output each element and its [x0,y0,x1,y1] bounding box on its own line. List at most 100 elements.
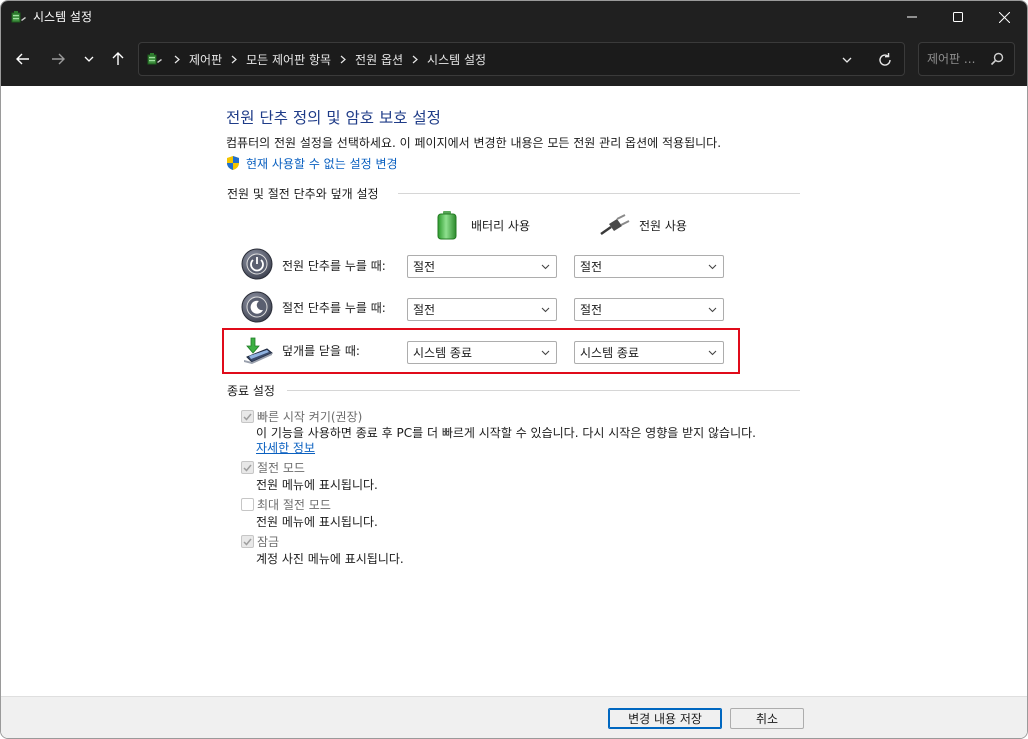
power-button-plugged-value: 절전 [580,260,603,274]
sleep-option-description: 전원 메뉴에 표시됩니다. [256,478,378,492]
forward-button[interactable] [44,46,72,72]
breadcrumb: 제어판 모든 제어판 항목 전원 옵션 시스템 설정 [169,43,490,75]
arrow-right-icon [52,53,65,65]
fast-startup-description: 이 기능을 사용하면 종료 후 PC를 더 빠르게 시작할 수 있습니다. 다시… [256,426,756,440]
chevron-down-icon [842,57,852,63]
group-divider [287,390,800,391]
up-button[interactable] [104,46,132,72]
address-history-dropdown[interactable] [839,52,855,68]
address-bar[interactable]: 제어판 모든 제어판 항목 전원 옵션 시스템 설정 [138,42,905,76]
search-icon[interactable] [990,52,1004,69]
check-icon [243,538,252,546]
plugged-column-header: 전원 사용 [599,210,687,240]
breadcrumb-power-options[interactable]: 전원 옵션 [351,51,407,68]
arrow-up-icon [112,52,124,65]
power-buttons-group-heading: 전원 및 절전 단추와 덮개 설정 [227,186,379,201]
lock-option-label: 잠금 [257,535,280,549]
lid-close-label: 덮개를 닫을 때: [282,344,360,358]
breadcrumb-control-panel[interactable]: 제어판 [185,51,226,68]
footer-bar: 변경 내용 저장 취소 [1,696,1027,738]
power-button-label: 전원 단추를 누를 때: [282,259,386,273]
more-info-link[interactable]: 자세한 정보 [256,439,315,456]
sleep-button-plugged-select[interactable]: 절전 [574,298,724,321]
power-button-battery-select[interactable]: 절전 [407,255,557,278]
page-description: 컴퓨터의 전원 설정을 선택하세요. 이 페이지에서 변경한 내용은 모든 전원… [226,136,722,150]
laptop-lid-icon [241,335,273,367]
uac-shield-icon [227,156,239,170]
hibernate-option-label: 최대 절전 모드 [257,498,331,512]
fast-startup-label: 빠른 시작 켜기(권장) [257,410,363,424]
check-icon [243,413,252,421]
recent-locations-button[interactable] [75,46,103,72]
breadcrumb-all-items[interactable]: 모든 제어판 항목 [242,51,335,68]
sleep-button-label: 절전 단추를 누를 때: [282,301,386,315]
check-icon [243,464,252,472]
chevron-down-icon [541,264,550,270]
chevron-down-icon [541,350,550,356]
chevron-right-icon [169,55,185,64]
sleep-option: 절전 모드 [241,459,305,476]
lock-option-description: 계정 사진 메뉴에 표시됩니다. [256,552,404,566]
page-title: 전원 단추 정의 및 암호 보호 설정 [226,109,441,127]
main-content: 전원 단추 정의 및 암호 보호 설정 컴퓨터의 전원 설정을 선택하세요. 이… [1,86,1027,696]
power-system-settings-window: 시스템 설정 제어판 모든 제어판 항목 전원 옵션 시스템 설정 제어판 ..… [0,0,1028,739]
save-changes-button[interactable]: 변경 내용 저장 [608,708,722,729]
refresh-button[interactable] [876,51,894,69]
navigation-bar: 제어판 모든 제어판 항목 전원 옵션 시스템 설정 [1,33,1027,86]
chevron-right-icon [407,55,423,64]
hibernate-option-description: 전원 메뉴에 표시됩니다. [256,515,378,529]
lock-checkbox[interactable] [241,535,254,548]
fast-startup-option: 빠른 시작 켜기(권장) [241,408,362,425]
fast-startup-checkbox[interactable] [241,410,254,423]
arrow-left-icon [16,53,29,65]
window-title: 시스템 설정 [33,10,93,24]
chevron-down-icon [541,307,550,313]
power-button-plugged-select[interactable]: 절전 [574,255,724,278]
cancel-button[interactable]: 취소 [730,708,804,729]
plugged-column-label: 전원 사용 [639,218,687,233]
maximize-icon [953,12,963,22]
refresh-icon [879,52,891,66]
sleep-option-label: 절전 모드 [257,461,305,475]
sleep-button-battery-select[interactable]: 절전 [407,298,557,321]
chevron-right-icon [335,55,351,64]
chevron-down-icon [708,350,717,356]
power-plug-icon [600,214,630,236]
minimize-icon [907,16,917,18]
lid-close-battery-select[interactable]: 시스템 종료 [407,341,557,364]
breadcrumb-system-settings[interactable]: 시스템 설정 [423,51,490,68]
change-unavailable-settings-label: 현재 사용할 수 없는 설정 변경 [246,156,398,171]
hibernate-option: 최대 절전 모드 [241,496,331,513]
chevron-down-icon [84,56,94,62]
control-panel-icon [147,51,163,67]
back-button[interactable] [9,46,37,72]
group-divider [398,193,800,194]
battery-column-header: 배터리 사용 [437,210,530,240]
sleep-button-plugged-value: 절전 [580,303,603,317]
maximize-button[interactable] [935,1,981,33]
power-options-icon [11,9,27,25]
lid-close-battery-value: 시스템 종료 [413,346,473,360]
lid-close-plugged-select[interactable]: 시스템 종료 [574,341,724,364]
lid-close-plugged-value: 시스템 종료 [580,346,640,360]
sleep-checkbox[interactable] [241,461,254,474]
chevron-down-icon [708,307,717,313]
hibernate-checkbox[interactable] [241,498,254,511]
power-button-battery-value: 절전 [413,260,436,274]
power-button-icon [241,248,273,280]
change-unavailable-settings-link[interactable]: 현재 사용할 수 없는 설정 변경 [226,154,398,172]
battery-icon [437,211,457,240]
sleep-button-icon [241,291,273,323]
search-box[interactable] [918,42,1015,76]
title-bar: 시스템 설정 [1,1,1027,33]
shutdown-group-heading: 종료 설정 [227,383,275,398]
search-input[interactable] [927,50,989,68]
chevron-down-icon [708,264,717,270]
close-button[interactable] [981,1,1027,33]
battery-column-label: 배터리 사용 [471,218,531,233]
chevron-right-icon [226,55,242,64]
lock-option: 잠금 [241,533,279,550]
close-icon [998,11,1010,23]
sleep-button-battery-value: 절전 [413,303,436,317]
minimize-button[interactable] [889,1,935,33]
